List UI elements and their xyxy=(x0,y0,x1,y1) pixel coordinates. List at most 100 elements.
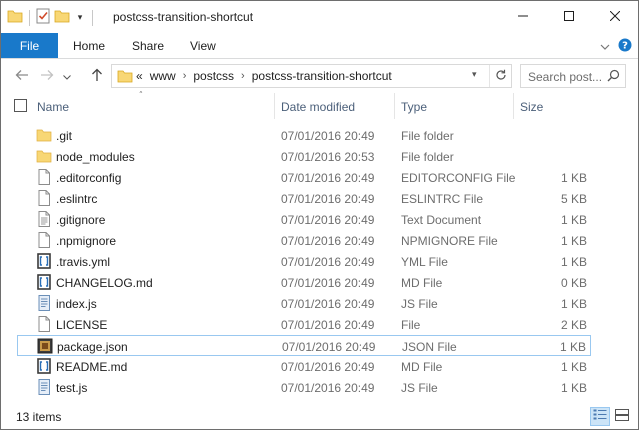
list-item[interactable]: .eslintrc 07/01/2016 20:49 ESLINTRC File… xyxy=(17,188,591,209)
breadcrumb-current[interactable]: postcss-transition-shortcut xyxy=(252,69,392,83)
back-arrow-icon xyxy=(15,69,29,84)
file-date: 07/01/2016 20:49 xyxy=(281,171,375,185)
file-name: CHANGELOG.md xyxy=(56,276,153,290)
blank-file-icon xyxy=(36,169,52,185)
file-date: 07/01/2016 20:49 xyxy=(281,129,375,143)
file-date: 07/01/2016 20:49 xyxy=(282,340,376,354)
column-size[interactable]: Size xyxy=(514,93,594,119)
list-item[interactable]: .travis.yml 07/01/2016 20:49 YML File 1 … xyxy=(17,251,591,272)
close-button[interactable] xyxy=(592,1,638,33)
bracket-file-icon xyxy=(36,274,52,290)
file-date: 07/01/2016 20:49 xyxy=(281,297,375,311)
column-name[interactable]: Name xyxy=(31,93,275,119)
list-item[interactable]: node_modules 07/01/2016 20:53 File folde… xyxy=(17,146,591,167)
search-box[interactable]: Search post... xyxy=(520,64,626,88)
up-arrow-icon xyxy=(91,68,103,85)
details-view-icon xyxy=(593,409,607,424)
tab-home[interactable]: Home xyxy=(73,39,105,53)
file-name: test.js xyxy=(56,381,88,395)
forward-arrow-icon xyxy=(40,69,54,84)
minimize-button[interactable] xyxy=(500,1,546,33)
breadcrumb-overflow[interactable]: « xyxy=(136,69,143,83)
ribbon-controls: ? xyxy=(600,38,632,55)
address-bar[interactable]: « www › postcss › postcss-transition-sho… xyxy=(111,64,512,88)
new-folder-icon[interactable] xyxy=(54,9,70,26)
search-input[interactable]: Search post... xyxy=(528,70,602,84)
tab-share[interactable]: Share xyxy=(132,39,164,53)
folder-icon xyxy=(36,127,52,143)
file-date: 07/01/2016 20:49 xyxy=(281,192,375,206)
breadcrumb-www[interactable]: www xyxy=(150,69,176,83)
up-button[interactable] xyxy=(89,68,105,84)
status-bar: 13 items xyxy=(1,405,638,429)
file-type: ESLINTRC File xyxy=(401,192,484,206)
ribbon: File Home Share View ? xyxy=(1,33,638,59)
bracket-file-icon xyxy=(36,358,52,374)
list-item[interactable]: index.js 07/01/2016 20:49 JS File 1 KB xyxy=(17,293,591,314)
details-view-button[interactable] xyxy=(590,407,610,426)
file-type: File xyxy=(401,318,421,332)
file-name: .editorconfig xyxy=(56,171,122,185)
navigation-bar: « www › postcss › postcss-transition-sho… xyxy=(1,60,638,92)
folder-icon xyxy=(36,148,52,164)
script-file-icon xyxy=(36,379,52,395)
customize-toolbar-icon[interactable]: ▾ xyxy=(74,12,86,23)
file-type: JS File xyxy=(401,381,438,395)
chevron-right-icon[interactable]: › xyxy=(241,70,245,82)
item-count: 13 items xyxy=(16,410,62,424)
tab-view[interactable]: View xyxy=(190,39,216,53)
script-file-icon xyxy=(36,295,52,311)
list-item-selected[interactable]: package.json 07/01/2016 20:49 JSON File … xyxy=(17,335,591,356)
refresh-icon xyxy=(495,69,507,84)
maximize-button[interactable] xyxy=(546,1,592,33)
list-item[interactable]: LICENSE 07/01/2016 20:49 File 2 KB xyxy=(17,314,591,335)
blank-file-icon xyxy=(36,190,52,206)
file-date: 07/01/2016 20:49 xyxy=(281,381,375,395)
properties-icon[interactable] xyxy=(36,8,50,27)
file-type: File folder xyxy=(401,129,454,143)
file-name: LICENSE xyxy=(56,318,108,332)
large-icons-view-icon xyxy=(615,409,629,424)
blank-file-icon xyxy=(36,316,52,332)
toolbar-divider xyxy=(92,9,93,26)
large-icons-view-button[interactable] xyxy=(612,407,632,426)
forward-button[interactable] xyxy=(39,68,55,84)
list-item[interactable]: README.md 07/01/2016 20:49 MD File 1 KB xyxy=(17,356,591,377)
list-item[interactable]: .npmignore 07/01/2016 20:49 NPMIGNORE Fi… xyxy=(17,230,591,251)
file-type: MD File xyxy=(401,360,443,374)
column-date-modified[interactable]: Date modified xyxy=(275,93,395,119)
view-switcher xyxy=(590,407,632,426)
list-item[interactable]: CHANGELOG.md 07/01/2016 20:49 MD File 0 … xyxy=(17,272,591,293)
file-name: README.md xyxy=(56,360,128,374)
back-button[interactable] xyxy=(14,68,30,84)
file-type: JSON File xyxy=(402,340,457,354)
file-size: 1 KB xyxy=(560,297,587,311)
file-tab[interactable]: File xyxy=(1,33,58,58)
list-item[interactable]: test.js 07/01/2016 20:49 JS File 1 KB xyxy=(17,377,591,398)
list-item[interactable]: .editorconfig 07/01/2016 20:49 EDITORCON… xyxy=(17,167,591,188)
file-size: 5 KB xyxy=(560,192,587,206)
file-type: JS File xyxy=(401,297,438,311)
expand-ribbon-icon[interactable] xyxy=(600,40,610,54)
folder-icon xyxy=(117,69,133,86)
list-item[interactable]: .gitignore 07/01/2016 20:49 Text Documen… xyxy=(17,209,591,230)
file-date: 07/01/2016 20:49 xyxy=(281,255,375,269)
column-type[interactable]: Type xyxy=(395,93,514,119)
chevron-right-icon[interactable]: › xyxy=(183,70,187,82)
file-size: 1 KB xyxy=(560,381,587,395)
file-date: 07/01/2016 20:49 xyxy=(281,318,375,332)
help-icon[interactable]: ? xyxy=(618,38,632,55)
maximize-icon xyxy=(564,10,574,24)
file-size: 1 KB xyxy=(560,171,587,185)
breadcrumb: « www › postcss › postcss-transition-sho… xyxy=(136,69,392,83)
select-all-checkbox[interactable] xyxy=(14,99,27,112)
column-headers: Name Date modified Type Size xyxy=(1,93,638,119)
file-size: 0 KB xyxy=(560,276,587,290)
list-item[interactable]: .git 07/01/2016 20:49 File folder xyxy=(17,125,591,146)
breadcrumb-postcss[interactable]: postcss xyxy=(193,69,234,83)
recent-locations-button[interactable] xyxy=(61,68,73,84)
file-name: .npmignore xyxy=(56,234,117,248)
refresh-button[interactable] xyxy=(489,65,512,87)
address-history-icon[interactable]: ▾ xyxy=(472,69,477,80)
file-date: 07/01/2016 20:49 xyxy=(281,360,375,374)
